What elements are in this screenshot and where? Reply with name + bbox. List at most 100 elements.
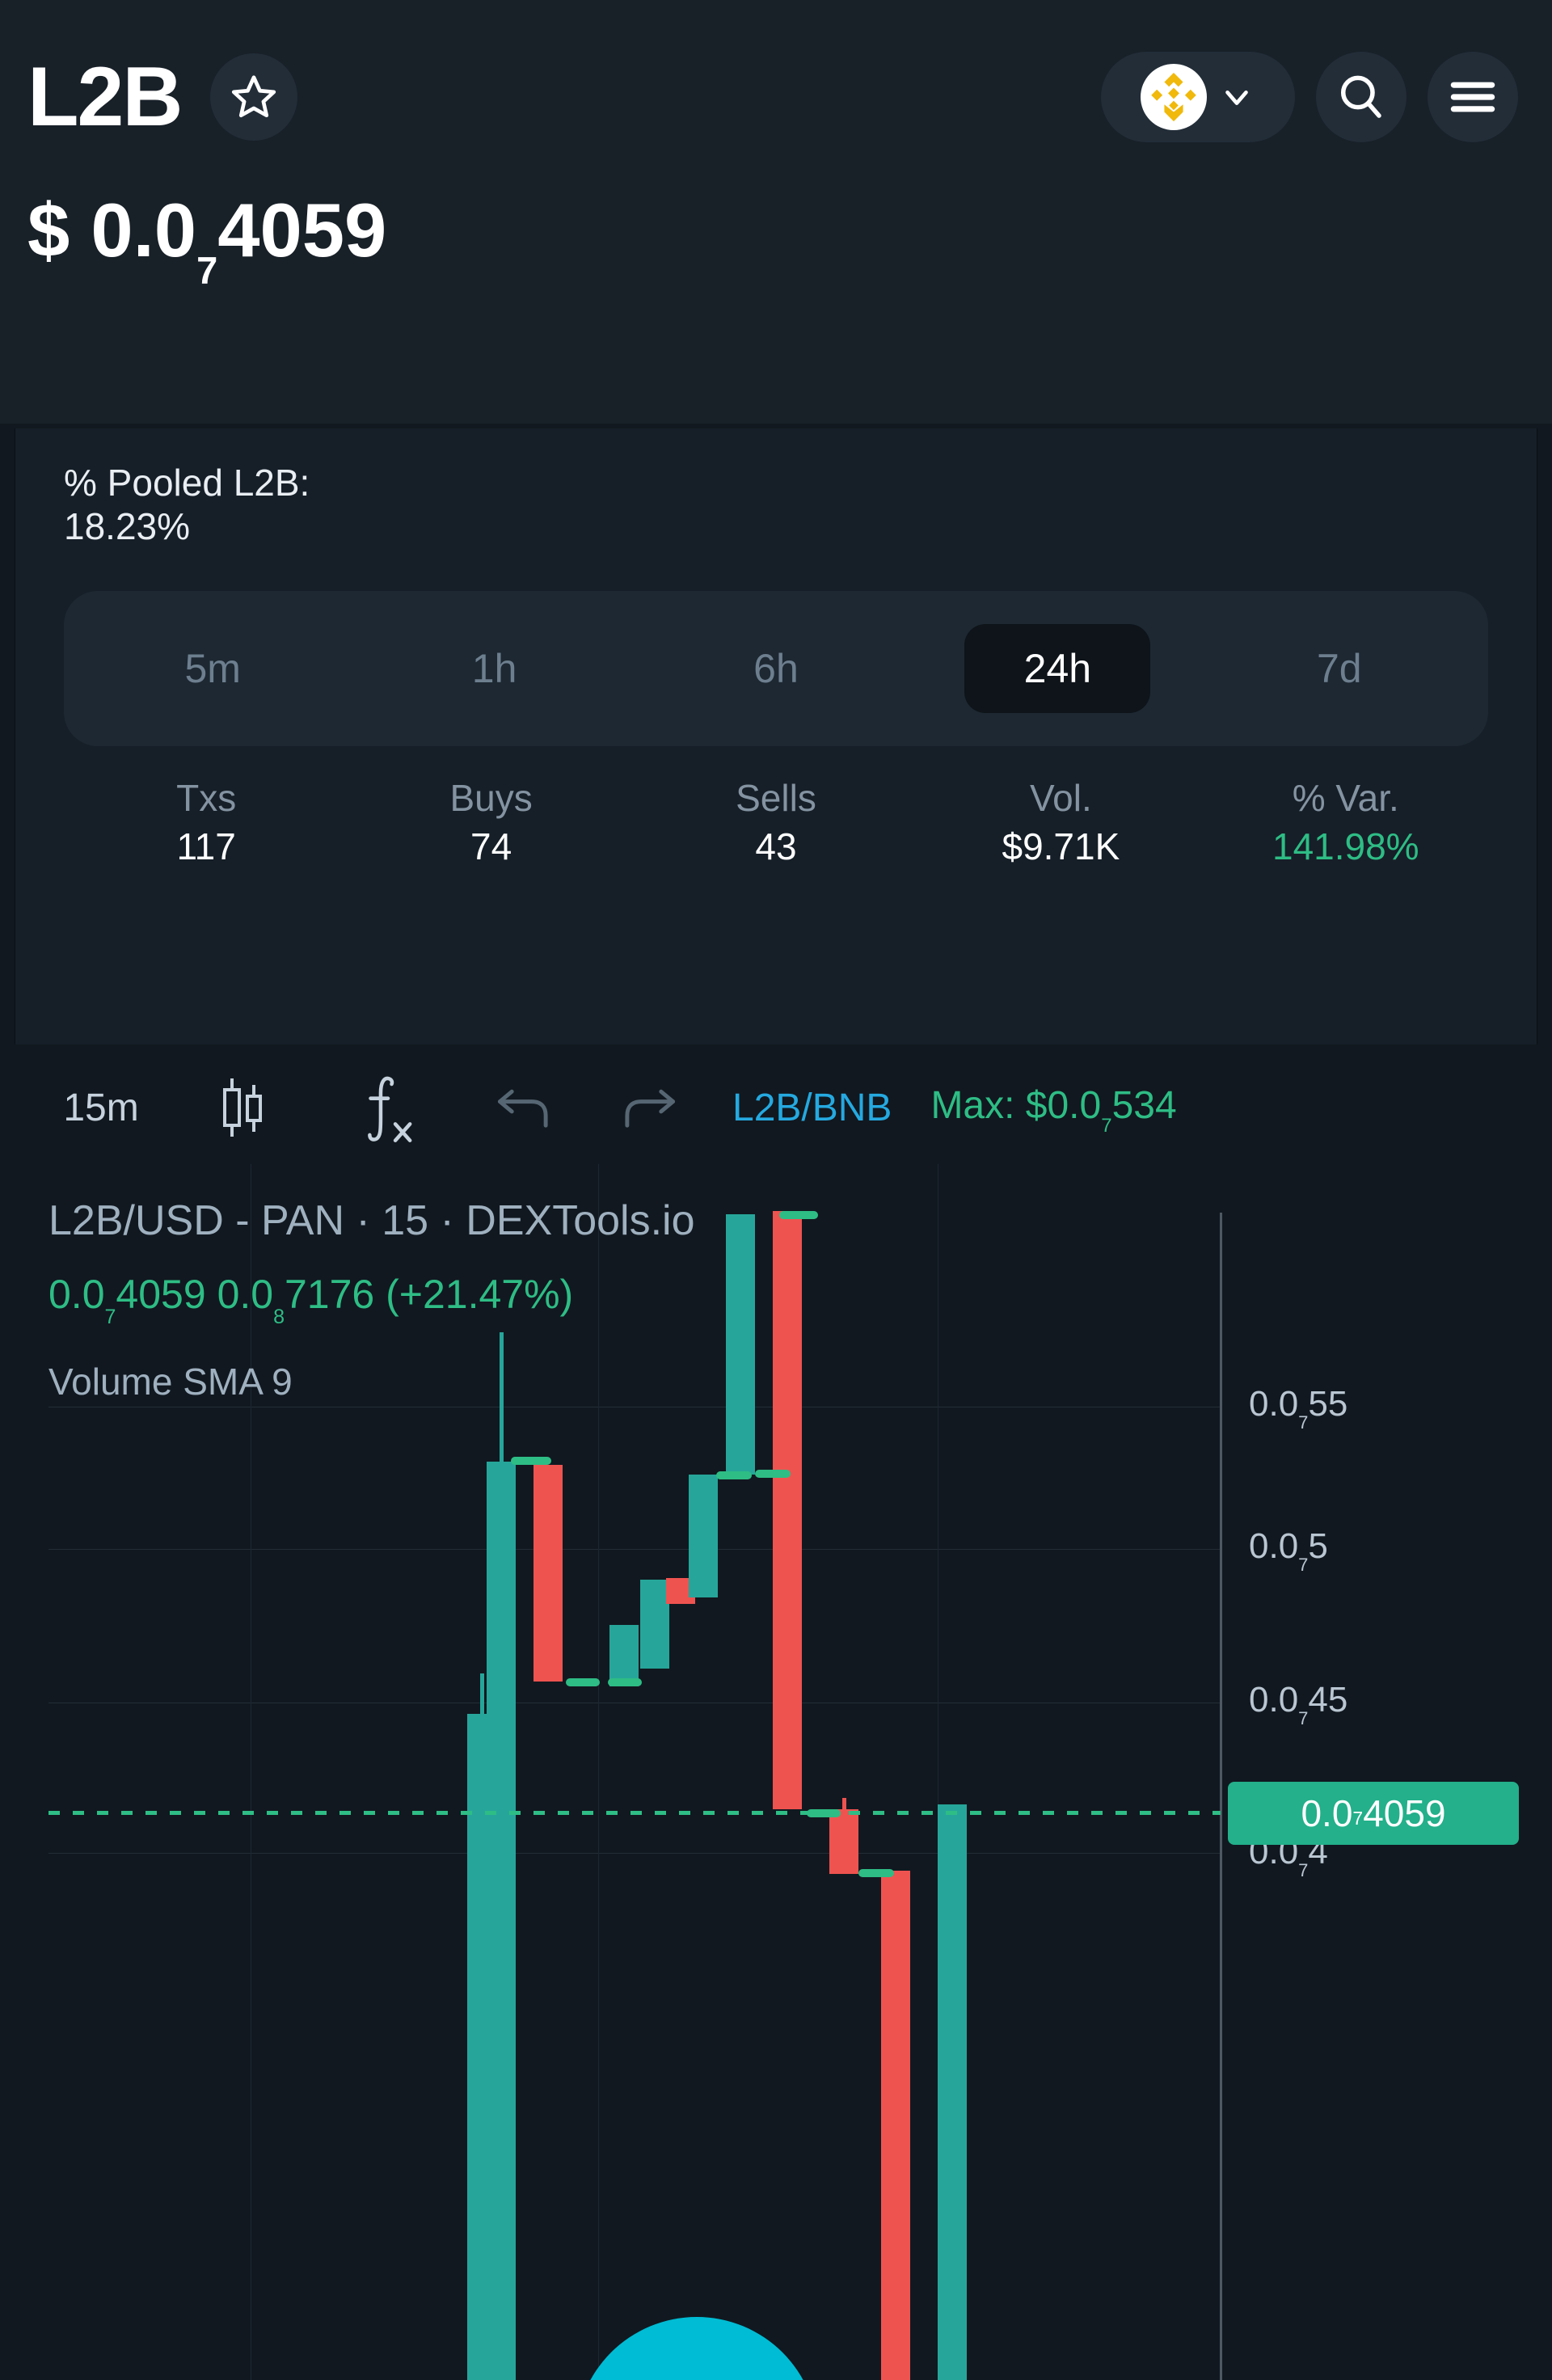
sma-segment-4 <box>755 1470 791 1478</box>
stats-panel: % Pooled L2B: 18.23% 5m 1h 6h 24h 7d Txs… <box>15 428 1537 1044</box>
max-prefix: Max: $0.0 <box>930 1083 1102 1127</box>
ohlc-price2-prefix: 0.0 <box>217 1272 274 1317</box>
chart-pair-label[interactable]: L2B/BNB <box>732 1086 892 1130</box>
page-title: L2B <box>27 50 183 144</box>
candlestick-chart-icon <box>223 1078 262 1137</box>
bnb-diamond-glyph <box>1151 72 1196 122</box>
y-tick-1: 0.075 <box>1249 1526 1328 1575</box>
y-tick-sub: 7 <box>1298 1860 1309 1881</box>
max-digits: 534 <box>1111 1083 1177 1127</box>
y-tick-digits: 55 <box>1308 1384 1348 1424</box>
stat-label: Buys <box>449 776 533 819</box>
y-tick-sub: 7 <box>1298 1555 1309 1576</box>
y-tick-sub: 7 <box>1298 1412 1309 1433</box>
ohlc-price-digits: 4059 <box>116 1272 206 1317</box>
badge-digits: 4059 <box>1363 1792 1446 1834</box>
chart-title: L2B/USD - PAN · 15 · DEXTools.io <box>48 1197 695 1244</box>
y-tick-digits: 45 <box>1308 1680 1348 1720</box>
current-price-line <box>48 1811 1221 1815</box>
candle-body <box>689 1475 718 1597</box>
menu-button[interactable] <box>1428 52 1518 142</box>
candle-wick <box>500 1332 504 1470</box>
sma-segment-7 <box>858 1869 894 1877</box>
y-tick-digits: 5 <box>1308 1526 1328 1566</box>
undo-arrow-icon <box>497 1089 548 1128</box>
bnb-logo-icon <box>1141 64 1207 130</box>
candle-body <box>534 1465 563 1682</box>
stat-label: Vol. <box>1030 776 1092 819</box>
stat-value: $9.71K <box>1002 825 1120 868</box>
stat-buys: Buys 74 <box>348 775 633 872</box>
stat-value: 141.98% <box>1272 825 1419 868</box>
stat-label: Sells <box>736 776 816 819</box>
search-button[interactable] <box>1316 52 1406 142</box>
timeframe-24h[interactable]: 24h <box>964 623 1151 713</box>
badge-sub: 7 <box>1352 1808 1364 1829</box>
y-tick-sub: 7 <box>1298 1708 1309 1729</box>
sma-segment-0 <box>511 1457 551 1465</box>
y-tick-prefix: 0.0 <box>1249 1680 1299 1720</box>
chain-selector-button[interactable] <box>1101 52 1295 142</box>
ohlc-price-sub: 7 <box>104 1305 116 1328</box>
timeframe-7d[interactable]: 7d <box>1246 624 1432 713</box>
max-subscript: 7 <box>1101 1115 1112 1137</box>
chart-toolbar: 15m L2B/BNB Max: $0.07534 <box>0 1051 1552 1164</box>
header-top-row: L2B <box>27 24 1525 170</box>
candle-4 <box>640 1580 669 1669</box>
candle-2 <box>534 1465 563 1682</box>
ohlc-price-prefix: 0.0 <box>48 1272 105 1317</box>
chart-ohlc-legend: 0.074059 0.087176 (+21.47%) <box>48 1271 574 1328</box>
sma-segment-6 <box>807 1809 841 1817</box>
candle-1 <box>487 1332 516 2380</box>
current-price-badge: 0.0 7 4059 <box>1228 1782 1519 1845</box>
header-actions <box>1101 52 1518 142</box>
chart-max-price-label: Max: $0.07534 <box>930 1083 1177 1137</box>
sma-segment-5 <box>779 1211 818 1219</box>
stat-variation: % Var. 141.98% <box>1204 775 1488 872</box>
stat-label: % Var. <box>1292 776 1399 819</box>
chart-type-button[interactable] <box>170 1075 315 1140</box>
candle-body <box>938 1804 967 2380</box>
chevron-down-icon <box>1225 90 1248 105</box>
timeframe-selector: 5m 1h 6h 24h 7d <box>64 590 1488 746</box>
indicators-button[interactable] <box>315 1073 461 1142</box>
candle-body <box>487 1462 516 2380</box>
timeframe-1h[interactable]: 1h <box>402 624 588 713</box>
pooled-value: 18.23% <box>64 505 191 548</box>
chart-interval-button[interactable]: 15m <box>32 1086 170 1130</box>
y-tick-prefix: 0.0 <box>1249 1384 1299 1424</box>
gridline-v-2 <box>598 1164 599 2380</box>
price-prefix: $ 0.0 <box>27 188 197 272</box>
timeframe-6h[interactable]: 6h <box>683 624 869 713</box>
redo-button[interactable] <box>586 1082 711 1133</box>
favorite-button[interactable] <box>210 53 298 141</box>
candle-body <box>609 1625 639 1686</box>
hamburger-menu-icon <box>1450 82 1495 112</box>
ohlc-change: (+21.47%) <box>386 1272 574 1317</box>
undo-button[interactable] <box>461 1082 586 1133</box>
stats-grid: Txs 117 Buys 74 Sells 43 Vol. $9.71K % V… <box>64 775 1488 872</box>
star-outline-icon <box>232 75 276 118</box>
candle-6 <box>689 1475 718 1597</box>
timeframe-5m[interactable]: 5m <box>120 624 306 713</box>
stat-sells: Sells 43 <box>634 775 918 872</box>
app-root: L2B $ 0.074059 % Pooled L2B: 18.23% 5m 1… <box>0 0 1552 2380</box>
y-tick-0: 0.0755 <box>1249 1384 1348 1433</box>
volume-legend: Volume SMA 9 <box>48 1361 293 1403</box>
sma-segment-3 <box>716 1471 752 1479</box>
candle-3 <box>609 1625 639 1686</box>
candle-8 <box>773 1211 802 1809</box>
stat-value: 43 <box>755 825 797 868</box>
candle-body <box>829 1809 858 1874</box>
pooled-label: % Pooled L2B: <box>64 462 310 504</box>
stat-volume: Vol. $9.71K <box>918 775 1203 872</box>
candle-body <box>726 1214 755 1475</box>
sma-segment-2 <box>608 1678 642 1686</box>
candle-body <box>773 1211 802 1809</box>
price-chart[interactable]: L2B/USD - PAN · 15 · DEXTools.io 0.07405… <box>0 1164 1552 2380</box>
candle-11 <box>938 1804 967 2380</box>
stat-value: 74 <box>470 825 512 868</box>
ohlc-price2-sub: 8 <box>273 1305 285 1328</box>
ohlc-price2-digits: 7176 <box>284 1272 375 1317</box>
candle-body <box>640 1580 669 1669</box>
